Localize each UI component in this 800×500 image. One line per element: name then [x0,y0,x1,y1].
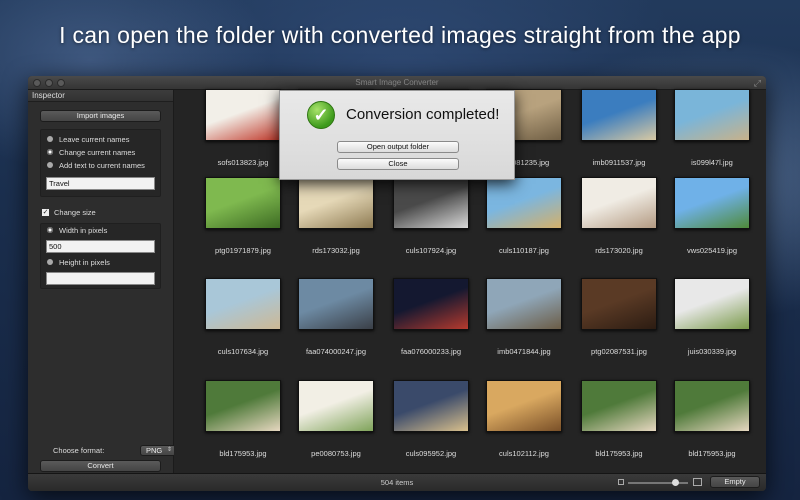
open-output-folder-button[interactable]: Open output folder [337,141,459,153]
conversion-dialog: ✓ Conversion completed! Open output fold… [279,90,515,180]
format-label: Choose format: [53,446,105,455]
dialog-title: Conversion completed! [346,106,500,123]
image-filename: culs095952.jpg [405,449,457,458]
radio-label: Leave current names [59,135,130,144]
radio-icon [47,162,53,169]
image-filename: culs102112.jpg [499,449,549,458]
image-filename: vws025419.jpg [686,246,738,255]
format-select[interactable]: PNG ⇕ [140,445,176,456]
image-thumbnail[interactable] [486,177,562,229]
empty-button[interactable]: Empty [710,476,760,488]
stepper-arrows-icon: ⇕ [166,447,172,453]
image-thumbnail[interactable] [581,177,657,229]
radio-selected-icon [47,227,53,234]
image-filename: culs110187.jpg [499,246,549,255]
image-filename: culs107924.jpg [405,246,457,255]
image-filename: sofs013823.jpg [217,158,269,167]
image-thumbnail[interactable] [581,380,657,432]
change-size-checkbox[interactable]: ✓ Change size [42,208,96,218]
name-text-field[interactable]: Travel [46,177,155,190]
small-thumbnail-icon[interactable] [618,479,624,485]
close-dialog-button[interactable]: Close [337,158,459,170]
image-filename: is099l47l.jpg [691,158,733,167]
image-filename: rds173020.jpg [595,246,643,255]
headline: I can open the folder with converted ima… [59,22,741,48]
image-filename: culs107634.jpg [217,347,269,356]
slider-knob[interactable] [672,479,679,486]
image-filename: faa074000247.jpg [305,347,367,356]
fullscreen-icon[interactable]: ⤢ [754,78,761,89]
image-filename: rds173032.jpg [312,246,360,255]
inspector-panel: Inspector Import images Leave current na… [28,90,176,473]
inspector-heading: Inspector [28,90,173,102]
radio-height[interactable]: Height in pixels [47,258,110,268]
radio-icon [47,136,53,143]
image-thumbnail[interactable] [486,380,562,432]
zoom-slider[interactable] [628,479,688,486]
radio-change-names[interactable]: Change current names [47,148,135,158]
image-thumbnail[interactable] [298,380,374,432]
radio-width[interactable]: Width in pixels [47,226,107,236]
width-field[interactable]: 500 [46,240,155,253]
radio-label: Height in pixels [59,258,110,267]
height-field[interactable] [46,272,155,285]
image-thumbnail[interactable] [205,89,281,141]
radio-label: Width in pixels [59,226,108,235]
image-filename: bld175953.jpg [595,449,643,458]
image-filename: bld175953.jpg [688,449,736,458]
image-filename: faa076000233.jpg [400,347,462,356]
image-thumbnail[interactable] [581,278,657,330]
image-filename: ptg02087531.jpg [591,347,647,356]
import-images-button[interactable]: Import images [40,110,161,122]
radio-add-text[interactable]: Add text to current names [47,161,145,171]
checkbox-label: Change size [54,208,96,217]
image-thumbnail[interactable] [205,278,281,330]
large-thumbnail-icon[interactable] [693,478,702,486]
image-thumbnail[interactable] [486,278,562,330]
success-check-icon: ✓ [307,101,335,129]
title-bar: Smart Image Converter ⤢ [28,76,766,90]
radio-leave-names[interactable]: Leave current names [47,135,129,145]
format-value: PNG [146,446,163,455]
window-title: Smart Image Converter [355,78,439,87]
radio-label: Change current names [59,148,136,157]
image-thumbnail[interactable] [674,177,750,229]
image-thumbnail[interactable] [393,177,469,229]
image-filename: ptg01971879.jpg [215,246,271,255]
radio-selected-icon [47,149,53,156]
convert-button[interactable]: Convert [40,460,161,472]
image-filename: pe0080753.jpg [311,449,361,458]
image-filename: imb0911537.jpg [592,158,646,167]
status-bar: 504 items Empty [28,473,766,491]
image-thumbnail[interactable] [393,380,469,432]
image-thumbnail[interactable] [674,89,750,141]
checkmark-icon: ✓ [42,208,49,216]
image-filename: bld175953.jpg [219,449,267,458]
image-thumbnail[interactable] [298,278,374,330]
image-thumbnail[interactable] [674,380,750,432]
image-thumbnail[interactable] [205,380,281,432]
image-thumbnail[interactable] [674,278,750,330]
radio-label: Add text to current names [59,161,145,170]
image-filename: imb0471844.jpg [497,347,551,356]
image-thumbnail[interactable] [298,177,374,229]
radio-icon [47,259,53,266]
image-thumbnail[interactable] [205,177,281,229]
image-filename: juis030339.jpg [687,347,737,356]
image-thumbnail[interactable] [393,278,469,330]
image-thumbnail[interactable] [581,89,657,141]
